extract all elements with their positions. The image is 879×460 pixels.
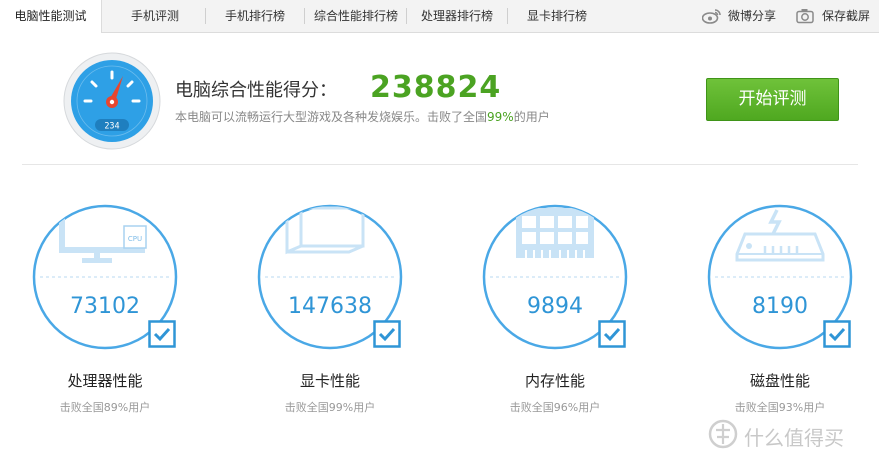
memory-module-icon <box>516 208 594 258</box>
memory-performance-label: 内存性能 <box>524 372 585 390</box>
speedometer-icon: 234 <box>63 52 161 150</box>
weibo-share-label: 微博分享 <box>728 9 777 23</box>
checkbox-checked-icon <box>148 320 176 348</box>
disk-score: 8190 <box>752 294 808 319</box>
cpu-performance-label: 处理器性能 <box>67 372 143 390</box>
memory-beat-percent: 击败全国96%用户 <box>509 401 601 414</box>
cpu-score: 73102 <box>70 294 140 319</box>
gpu-score: 147638 <box>288 294 372 319</box>
memory-performance-card: 9894 内存性能 击败全国96%用户 <box>482 204 652 419</box>
watermark-logo-icon <box>708 419 738 449</box>
disk-performance-label: 磁盘性能 <box>749 372 810 390</box>
weibo-icon <box>702 9 721 24</box>
cpu-performance-card: CPU 73102 处理器性能 击败全国89%用户 <box>32 204 202 419</box>
overall-score: 238824 <box>370 70 502 105</box>
gpu-performance-label: 显卡性能 <box>299 372 360 390</box>
top-tab-bar: 电脑性能测试 手机评测 手机排行榜 综合性能排行榜 处理器排行榜 显卡排行榜 微… <box>0 0 879 33</box>
tab-gpu-ranking[interactable]: 显卡排行榜 <box>508 0 606 32</box>
gpu-performance-card: 147638 显卡性能 击败全国99%用户 <box>257 204 427 419</box>
start-test-button[interactable]: 开始评测 <box>706 78 839 121</box>
checkbox-checked-icon <box>373 320 401 348</box>
checkbox-checked-icon <box>823 320 851 348</box>
tab-phone-review[interactable]: 手机评测 <box>106 0 204 32</box>
tab-overall-ranking[interactable]: 综合性能排行榜 <box>305 0 407 32</box>
save-screenshot-button[interactable]: 保存截屏 <box>796 0 876 32</box>
save-screenshot-label: 保存截屏 <box>822 9 871 23</box>
weibo-share-button[interactable]: 微博分享 <box>702 0 782 32</box>
section-divider <box>22 164 858 165</box>
tab-phone-ranking[interactable]: 手机排行榜 <box>206 0 304 32</box>
score-title: 电脑综合性能得分： <box>175 80 337 101</box>
score-description: 本电脑可以流畅运行大型游戏及各种发烧娱乐。击败了全国99%的用户 <box>175 108 550 125</box>
cpu-chip-label: CPU <box>128 235 142 243</box>
score-desc-percent: 99% <box>487 110 514 124</box>
gpu-beat-percent: 击败全国99%用户 <box>284 401 376 414</box>
disk-performance-card: 8190 磁盘性能 击败全国93%用户 <box>707 204 877 419</box>
disk-beat-percent: 击败全国93%用户 <box>734 401 826 414</box>
tab-cpu-ranking[interactable]: 处理器排行榜 <box>407 0 507 32</box>
watermark-text: 什么值得买 <box>744 426 844 450</box>
score-desc-text: 本电脑可以流畅运行大型游戏及各种发烧娱乐。击败了全国 <box>175 110 488 124</box>
tab-pc-performance-test[interactable]: 电脑性能测试 <box>0 0 102 33</box>
score-desc-suffix: 的用户 <box>513 110 550 124</box>
camera-icon <box>796 9 814 24</box>
checkbox-checked-icon <box>598 320 626 348</box>
cpu-beat-percent: 击败全国89%用户 <box>59 401 151 414</box>
gauge-digits: 234 <box>104 122 119 132</box>
memory-score: 9894 <box>527 294 583 319</box>
